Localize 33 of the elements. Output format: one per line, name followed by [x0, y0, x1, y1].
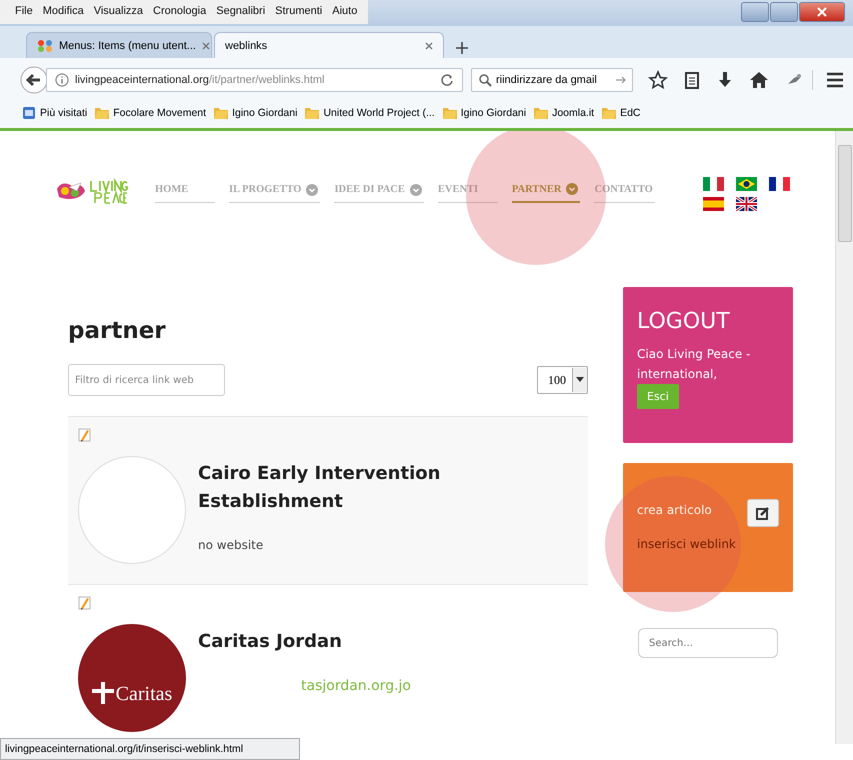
panel-title: LOGOUT: [637, 309, 731, 334]
menu-item[interactable]: Segnalibri: [211, 3, 270, 24]
menu-item[interactable]: Aiuto: [327, 3, 362, 24]
tool-link[interactable]: inserisci weblink: [637, 537, 736, 551]
menu-item[interactable]: Cronologia: [148, 3, 212, 24]
tab-title: weblinks: [225, 40, 268, 52]
browser-tab[interactable]: weblinks: [214, 32, 444, 58]
menu-item[interactable]: Visualizza: [88, 3, 148, 24]
link-title[interactable]: Caritas Jordan: [198, 628, 498, 656]
limit-select[interactable]: 100: [537, 366, 588, 394]
url-text: livingpeaceinternational.org/it/partner/weblinks.html: [75, 74, 324, 86]
bookmark-item[interactable]: Più visitati: [22, 106, 88, 120]
address-bar[interactable]: livingpeaceinternational.org/it/partner/weblinks.html: [46, 68, 463, 92]
search-field[interactable]: riindirizzare da gmail: [470, 68, 633, 92]
status-url: livingpeaceinternational.org/it/inserisci-weblink.html: [0, 738, 300, 760]
bookmark-item[interactable]: Focolare Movement: [95, 107, 206, 119]
menu-item[interactable]: Strumenti: [270, 3, 328, 24]
bookmark-item[interactable]: Joomla.it: [534, 107, 594, 119]
menu-item[interactable]: Modifica: [38, 3, 89, 24]
browser-tab[interactable]: Menus: Items (menu utent...: [26, 32, 212, 58]
menu-item[interactable]: File: [10, 3, 38, 24]
link-title[interactable]: Cairo Early Intervention Establishment: [198, 460, 498, 516]
bookmark-item[interactable]: Igino Giordani: [442, 107, 526, 119]
bookmark-item[interactable]: EdC: [602, 107, 641, 119]
greeting-text: Ciao Living Peace - international,: [637, 346, 752, 383]
tab-title: Menus: Items (menu utent...: [59, 40, 196, 52]
website-text: no website: [198, 538, 264, 552]
partner-logo: Caritas: [78, 624, 186, 732]
search-field[interactable]: Search...: [638, 628, 778, 658]
filter-field[interactable]: Filtro di ricerca link web: [68, 364, 225, 396]
bookmark-item[interactable]: United World Project (...: [305, 107, 435, 119]
bookmark-item[interactable]: Igino Giordani: [214, 107, 298, 119]
page-heading: partner: [68, 318, 167, 344]
